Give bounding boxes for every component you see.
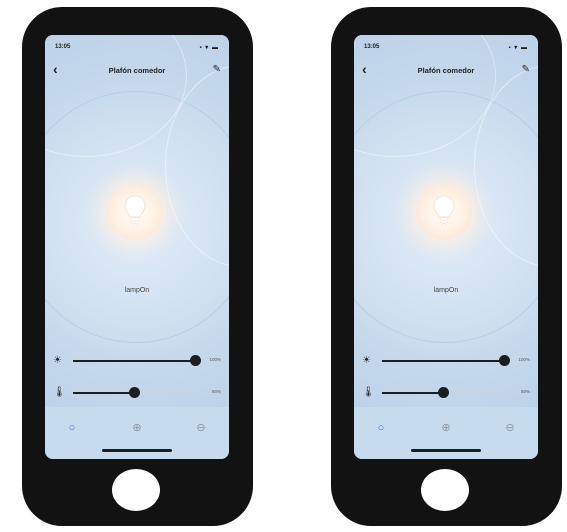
slider-fill [382,391,443,394]
lamp-button[interactable] [416,184,472,240]
lamp-button[interactable] [107,184,163,240]
slider-fill [73,359,195,362]
phone-left: 13:05 ▪ ▾ ▬ ‹ Plafón comedor ✎ lampOn ☀ … [22,7,253,526]
home-button[interactable] [421,469,469,511]
edit-icon[interactable]: ✎ [213,64,221,75]
slider-track[interactable] [73,355,201,366]
brightness-value: 100% [209,357,221,362]
home-button[interactable] [112,469,160,511]
status-icons: ▪ ▾ ▬ [508,45,528,51]
status-time: 13:05 [55,44,71,50]
remove-icon[interactable]: ⊖ [503,421,517,435]
status-time: 13:05 [364,44,380,50]
temperature-value: 50% [520,389,530,394]
status-bar: 13:05 ▪ ▾ ▬ [364,44,528,54]
bulb-icon [433,195,455,227]
nav-bar: ‹ Plafón comedor ✎ [53,61,221,79]
page-title: Plafón comedor [417,66,475,75]
home-indicator [102,449,172,452]
lamp-state-label: lampOn [124,287,150,294]
slider-fill [382,359,504,362]
app-screen: 13:05 ▪ ▾ ▬ ‹ Plafón comedor ✎ lampOn ☀ … [45,35,229,459]
slider-track[interactable] [382,387,504,398]
app-screen: 13:05 ▪ ▾ ▬ ‹ Plafón comedor ✎ lampOn ☀ … [354,35,538,459]
lamp-state-label: lampOn [433,287,459,294]
temperature-slider[interactable]: 🌡 50% [362,386,530,400]
edit-icon[interactable]: ✎ [522,64,530,75]
brightness-value: 100% [518,357,530,362]
status-icons: ▪ ▾ ▬ [199,45,219,51]
phone-right: 13:05 ▪ ▾ ▬ ‹ Plafón comedor ✎ lampOn ☀ … [331,7,562,526]
slider-knob[interactable] [438,387,449,398]
temperature-value: 50% [211,389,221,394]
slider-fill [73,391,134,394]
add-icon[interactable]: ⊕ [439,421,453,435]
slider-knob[interactable] [190,355,201,366]
temperature-slider[interactable]: 🌡 50% [53,386,221,400]
slider-knob[interactable] [499,355,510,366]
remove-icon[interactable]: ⊖ [194,421,208,435]
sun-icon: ☀ [362,355,371,366]
slider-track[interactable] [382,355,510,366]
status-bar: 13:05 ▪ ▾ ▬ [55,44,219,54]
nav-bar: ‹ Plafón comedor ✎ [362,61,530,79]
power-icon[interactable]: ○ [65,421,79,435]
brightness-slider[interactable]: ☀ 100% [362,354,530,368]
sun-icon: ☀ [53,355,62,366]
thermometer-icon: 🌡 [53,387,66,398]
page-title: Plafón comedor [108,66,166,75]
slider-track[interactable] [73,387,195,398]
bulb-icon [124,195,146,227]
slider-knob[interactable] [129,387,140,398]
thermometer-icon: 🌡 [362,387,375,398]
power-icon[interactable]: ○ [374,421,388,435]
home-indicator [411,449,481,452]
add-icon[interactable]: ⊕ [130,421,144,435]
brightness-slider[interactable]: ☀ 100% [53,354,221,368]
